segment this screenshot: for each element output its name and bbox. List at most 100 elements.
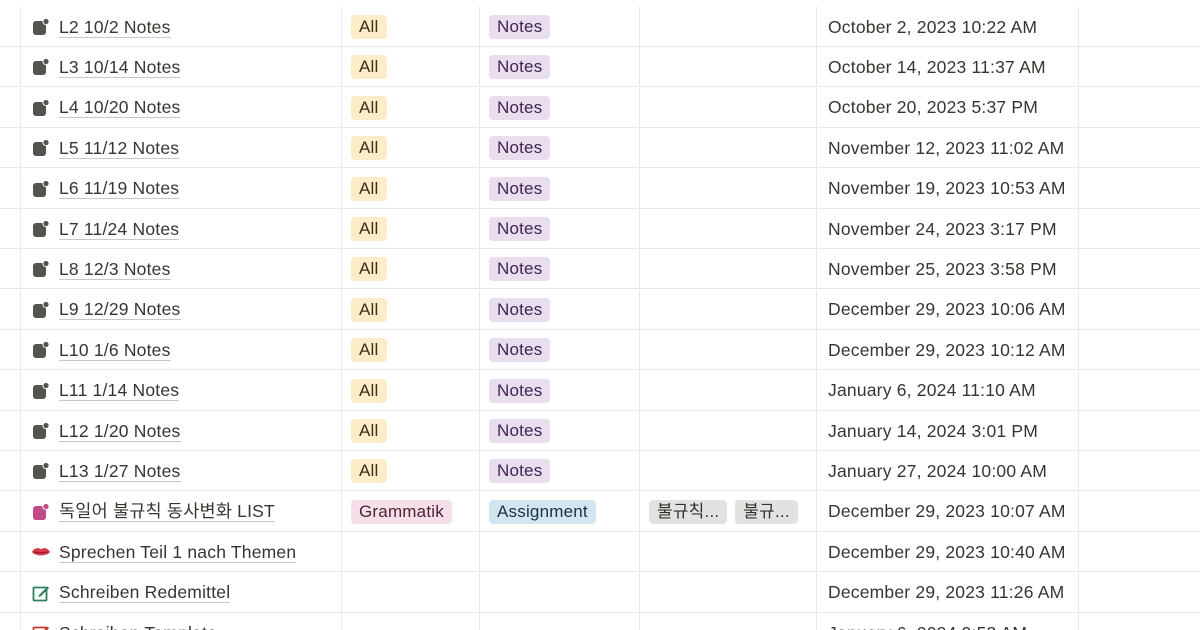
type-cell[interactable]: Notes [480, 411, 640, 451]
type-cell[interactable]: Assignment [480, 491, 640, 532]
category-cell[interactable]: All [342, 289, 480, 330]
tags-cell[interactable] [640, 451, 817, 492]
name-cell[interactable]: L3 10/14 Notes [21, 47, 342, 88]
category-cell[interactable] [342, 572, 480, 613]
name-cell[interactable]: L12 1/20 Notes [21, 411, 342, 451]
table-row[interactable]: L12 1/20 Notes All Notes January 14, 2024 3… [0, 411, 1200, 451]
table-row[interactable]: L9 12/29 Notes All Notes December 29, 2023 … [0, 289, 1200, 330]
type-cell[interactable]: Notes [480, 209, 640, 249]
type-tag: Notes [489, 419, 551, 443]
name-cell[interactable]: L11 1/14 Notes [21, 370, 342, 411]
tags-cell[interactable] [640, 209, 817, 249]
name-cell[interactable]: Schreiben Template [21, 613, 342, 630]
table-row[interactable]: L7 11/24 Notes All Notes November 24, 2023 … [0, 209, 1200, 249]
name-cell[interactable]: L5 11/12 Notes [21, 128, 342, 169]
page-title-link[interactable]: Sprechen Teil 1 nach Themen [59, 542, 297, 563]
category-cell[interactable]: All [342, 370, 480, 411]
name-cell[interactable]: L8 12/3 Notes [21, 249, 342, 290]
tags-cell[interactable] [640, 87, 817, 128]
table-row[interactable]: L6 11/19 Notes All Notes November 19, 2023 … [0, 168, 1200, 209]
name-cell[interactable]: L2 10/2 Notes [21, 7, 342, 47]
table-row[interactable]: Schreiben Template January 6, 2024 9:53 A… [0, 613, 1200, 630]
category-cell[interactable]: All [342, 411, 480, 451]
name-cell[interactable]: 독일어 불규칙 동사변화 LIST [21, 491, 342, 532]
page-title-link[interactable]: L12 1/20 Notes [59, 421, 181, 442]
table-row[interactable]: L8 12/3 Notes All Notes November 25, 2023 3… [0, 249, 1200, 290]
category-cell[interactable]: All [342, 249, 480, 290]
category-cell[interactable] [342, 613, 480, 630]
type-cell[interactable] [480, 613, 640, 630]
type-cell[interactable]: Notes [480, 128, 640, 169]
name-cell[interactable]: L7 11/24 Notes [21, 209, 342, 249]
page-title-link[interactable]: 독일어 불규칙 동사변화 LIST [59, 501, 275, 523]
type-cell[interactable] [480, 572, 640, 613]
name-cell[interactable]: L6 11/19 Notes [21, 168, 342, 209]
type-cell[interactable]: Notes [480, 7, 640, 47]
page-title-link[interactable]: L5 11/12 Notes [59, 138, 180, 159]
tags-cell[interactable]: 불규칙... 불규... [640, 491, 817, 532]
name-cell[interactable]: L4 10/20 Notes [21, 87, 342, 128]
page-title-link[interactable]: L13 1/27 Notes [59, 461, 181, 482]
table-row[interactable]: L3 10/14 Notes All Notes October 14, 2023 1… [0, 47, 1200, 88]
table-row[interactable]: 독일어 불규칙 동사변화 LIST Grammatik Assignment 불규칙.… [0, 491, 1200, 532]
category-cell[interactable]: All [342, 47, 480, 88]
category-cell[interactable]: All [342, 209, 480, 249]
name-cell[interactable]: L9 12/29 Notes [21, 289, 342, 330]
database-table: L2 10/2 Notes All Notes October 2, 2023 10:… [0, 0, 1200, 630]
page-title-link[interactable]: L9 12/29 Notes [59, 299, 181, 321]
tags-cell[interactable] [640, 128, 817, 169]
tags-cell[interactable] [640, 532, 817, 573]
page-title-link[interactable]: L2 10/2 Notes [59, 17, 171, 38]
tags-cell[interactable] [640, 330, 817, 371]
category-cell[interactable]: All [342, 451, 480, 492]
tags-cell[interactable] [640, 47, 817, 88]
type-cell[interactable]: Notes [480, 451, 640, 492]
type-cell[interactable]: Notes [480, 249, 640, 290]
page-title-link[interactable]: L8 12/3 Notes [59, 259, 171, 280]
type-cell[interactable] [480, 532, 640, 573]
name-cell[interactable]: L10 1/6 Notes [21, 330, 342, 371]
category-cell[interactable]: All [342, 87, 480, 128]
tags-cell[interactable] [640, 289, 817, 330]
tags-cell[interactable] [640, 411, 817, 451]
table-row[interactable]: L13 1/27 Notes All Notes January 27, 2024 1… [0, 451, 1200, 492]
page-title-link[interactable]: Schreiben Template [59, 623, 217, 630]
category-cell[interactable] [342, 532, 480, 573]
tags-cell[interactable] [640, 7, 817, 47]
category-cell[interactable]: All [342, 128, 480, 169]
table-row[interactable]: Sprechen Teil 1 nach Themen December 29, … [0, 532, 1200, 573]
name-cell[interactable]: Sprechen Teil 1 nach Themen [21, 532, 342, 573]
tags-cell[interactable] [640, 613, 817, 630]
type-cell[interactable]: Notes [480, 289, 640, 330]
type-cell[interactable]: Notes [480, 330, 640, 371]
tags-cell[interactable] [640, 168, 817, 209]
created-time-cell: December 29, 2023 11:26 AM [817, 572, 1079, 613]
page-title-link[interactable]: L6 11/19 Notes [59, 178, 180, 200]
tags-cell[interactable] [640, 249, 817, 290]
tags-cell[interactable] [640, 572, 817, 613]
page-title-link[interactable]: L3 10/14 Notes [59, 57, 181, 78]
category-cell[interactable]: Grammatik [342, 491, 480, 532]
type-cell[interactable]: Notes [480, 370, 640, 411]
page-title-link[interactable]: Schreiben Redemittel [59, 582, 231, 604]
tags-cell[interactable] [640, 370, 817, 411]
type-cell[interactable]: Notes [480, 87, 640, 128]
table-row[interactable]: L2 10/2 Notes All Notes October 2, 2023 10:… [0, 7, 1200, 47]
table-row[interactable]: L10 1/6 Notes All Notes December 29, 2023 1… [0, 330, 1200, 371]
page-title-link[interactable]: L7 11/24 Notes [59, 219, 180, 240]
type-cell[interactable]: Notes [480, 168, 640, 209]
type-cell[interactable]: Notes [480, 47, 640, 88]
page-title-link[interactable]: L4 10/20 Notes [59, 97, 181, 119]
name-cell[interactable]: Schreiben Redemittel [21, 572, 342, 613]
page-title-link[interactable]: L11 1/14 Notes [59, 380, 180, 402]
name-cell[interactable]: L13 1/27 Notes [21, 451, 342, 492]
table-row[interactable]: L5 11/12 Notes All Notes November 12, 2023 … [0, 128, 1200, 169]
category-cell[interactable]: All [342, 7, 480, 47]
category-cell[interactable]: All [342, 168, 480, 209]
category-cell[interactable]: All [342, 330, 480, 371]
table-row[interactable]: L4 10/20 Notes All Notes October 20, 2023 5… [0, 87, 1200, 128]
table-row[interactable]: L11 1/14 Notes All Notes January 6, 2024 11… [0, 370, 1200, 411]
table-row[interactable]: Schreiben Redemittel December 29, 2023 11… [0, 572, 1200, 613]
created-time-cell: November 24, 2023 3:17 PM [817, 209, 1079, 249]
page-title-link[interactable]: L10 1/6 Notes [59, 340, 171, 361]
